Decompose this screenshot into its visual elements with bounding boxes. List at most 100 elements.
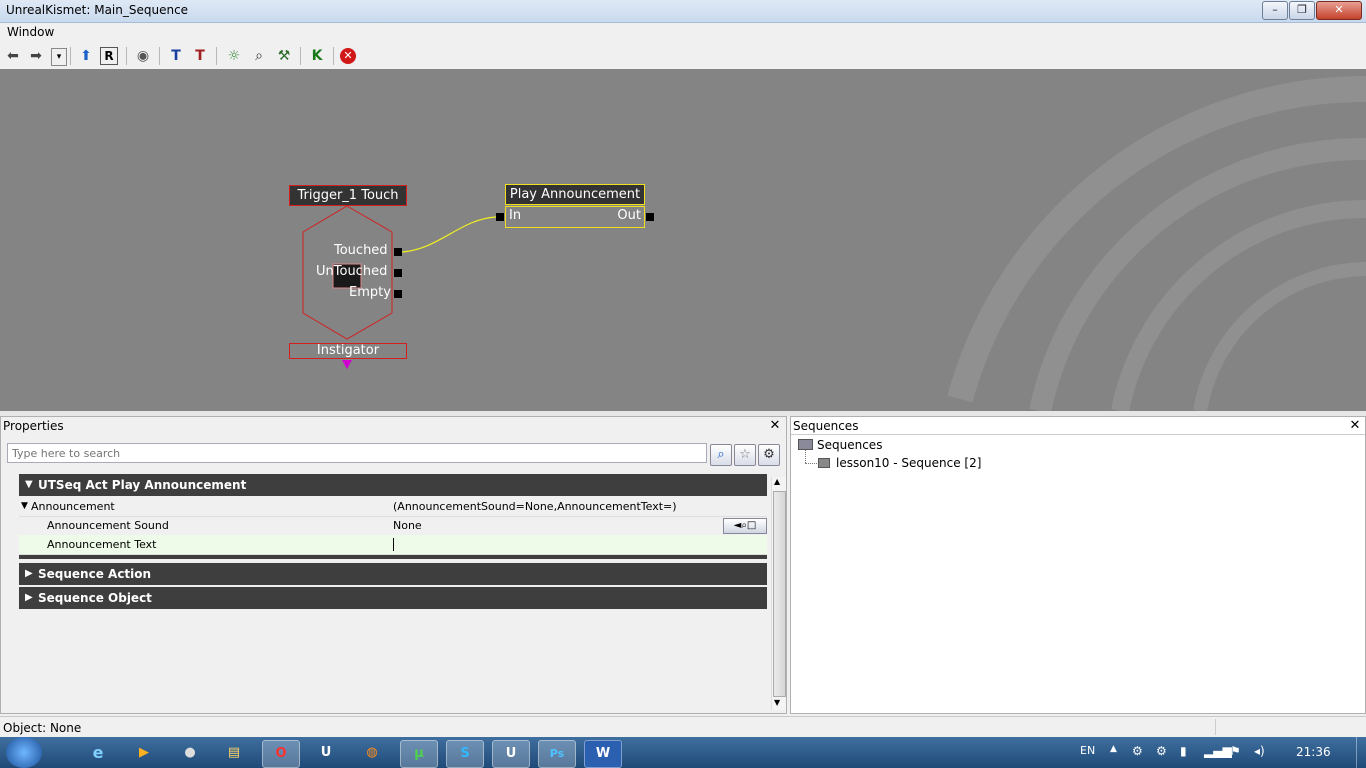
- trigger-node-title[interactable]: Trigger_1 Touch: [289, 185, 407, 206]
- asset-browse-buttons-icon[interactable]: ◄⌕□: [723, 518, 767, 534]
- minimize-button[interactable]: –: [1262, 1, 1288, 20]
- skype-icon[interactable]: S: [446, 740, 484, 768]
- kismet-canvas[interactable]: Trigger_1 Touch Touched UnTouched Empty …: [0, 69, 1366, 411]
- tray-device-icon[interactable]: ▮: [1180, 744, 1187, 758]
- output-untouched-label: UnTouched: [316, 264, 388, 279]
- network-signal-icon[interactable]: ▂▄▆: [1204, 744, 1232, 758]
- opera-icon[interactable]: O: [262, 740, 300, 768]
- up-arrow-icon[interactable]: ⬆: [76, 46, 96, 66]
- collapsed-triangle-icon[interactable]: ▶: [25, 587, 33, 609]
- output-untouched-port[interactable]: [394, 269, 402, 277]
- property-row-announcement-text[interactable]: Announcement Text: [19, 535, 767, 555]
- menu-window[interactable]: Window: [7, 25, 54, 39]
- sequences-header: Sequences: [793, 419, 859, 433]
- dropdown-icon[interactable]: ▾: [51, 48, 67, 66]
- file-explorer-icon[interactable]: ▤: [216, 740, 252, 766]
- favorite-star-icon[interactable]: ☆: [734, 444, 756, 466]
- expanded-triangle-icon[interactable]: ▼: [25, 474, 33, 496]
- utorrent-icon[interactable]: µ: [400, 740, 438, 768]
- status-text: Object: None: [3, 721, 82, 735]
- word-icon[interactable]: W: [584, 740, 622, 768]
- volume-icon[interactable]: ◂): [1254, 744, 1265, 758]
- settings-wrench-icon[interactable]: ⚙: [758, 444, 780, 466]
- toolbar-separator: [333, 47, 334, 65]
- firefox-icon[interactable]: ◍: [354, 740, 390, 766]
- show-desktop-button[interactable]: [1356, 737, 1366, 768]
- start-button-icon[interactable]: [6, 737, 42, 768]
- output-touched-port[interactable]: [394, 248, 402, 256]
- link-wire: [401, 216, 497, 253]
- status-bar: Object: None: [0, 716, 1366, 738]
- property-value: (AnnouncementSound=None,AnnouncementText…: [393, 500, 677, 513]
- k-icon[interactable]: K: [307, 46, 327, 66]
- property-row-announcement-sound[interactable]: Announcement Sound None ◄⌕□: [19, 516, 767, 536]
- action-input-port[interactable]: [496, 213, 504, 221]
- properties-scrollbar[interactable]: ▲ ▼: [771, 477, 786, 710]
- category-utseq-play-announcement[interactable]: ▼ UTSeq Act Play Announcement: [19, 474, 767, 496]
- collapsed-triangle-icon[interactable]: ▶: [25, 563, 33, 585]
- toolbar-separator: [300, 47, 301, 65]
- tray-expand-icon[interactable]: ▲: [1110, 744, 1117, 754]
- forward-arrow-icon[interactable]: ➡: [26, 46, 46, 66]
- toolbar-separator: [159, 47, 160, 65]
- tree-item-lesson10[interactable]: lesson10 - Sequence [2]: [836, 456, 981, 470]
- scroll-down-icon[interactable]: ▼: [774, 698, 780, 707]
- window-title: UnrealKismet: Main_Sequence: [6, 3, 189, 17]
- property-row-announcement[interactable]: ▼ Announcement (AnnouncementSound=None,A…: [19, 497, 767, 517]
- action-output-port[interactable]: [646, 213, 654, 221]
- search-magnifier-icon[interactable]: ⌕: [249, 46, 269, 66]
- create-sequence-alt-icon[interactable]: T: [190, 46, 210, 66]
- tree-line: [805, 463, 817, 465]
- action-node-title[interactable]: Play Announcement: [505, 184, 645, 205]
- search-icon[interactable]: ⌕: [710, 444, 732, 466]
- property-search-input[interactable]: [7, 443, 707, 463]
- photoshop-icon[interactable]: Ps: [538, 740, 576, 768]
- unreal-icon[interactable]: U: [308, 740, 344, 766]
- status-divider: [1215, 719, 1216, 735]
- category-sequence-object[interactable]: ▶ Sequence Object: [19, 587, 767, 609]
- eye-icon[interactable]: ◉: [133, 46, 153, 66]
- output-empty-port[interactable]: [394, 290, 402, 298]
- maximize-button[interactable]: ❐: [1289, 1, 1315, 20]
- instigator-variable[interactable]: Instigator: [289, 343, 407, 359]
- property-name: Announcement Sound: [47, 519, 169, 532]
- tray-app-icon[interactable]: ⚙: [1132, 744, 1143, 758]
- sequences-close-icon[interactable]: ✕: [1349, 419, 1361, 433]
- output-out-label: Out: [617, 208, 641, 223]
- internet-explorer-icon[interactable]: e: [80, 740, 116, 766]
- app-icon[interactable]: ●: [172, 740, 208, 766]
- output-touched-label: Touched: [334, 243, 388, 258]
- create-sequence-icon[interactable]: T: [166, 46, 186, 66]
- close-button[interactable]: ✕: [1316, 1, 1362, 20]
- unreal-editor-icon[interactable]: U: [492, 740, 530, 768]
- sequence-icon: [818, 458, 830, 468]
- properties-close-icon[interactable]: ✕: [769, 419, 781, 433]
- toolbar-separator: [216, 47, 217, 65]
- refresh-r-icon[interactable]: R: [100, 47, 118, 65]
- category-sequence-action[interactable]: ▶ Sequence Action: [19, 563, 767, 585]
- clock[interactable]: 21:36: [1296, 745, 1331, 759]
- expanded-triangle-icon[interactable]: ▼: [21, 497, 28, 516]
- properties-header: Properties: [3, 419, 64, 433]
- stop-icon[interactable]: ✕: [340, 48, 356, 64]
- light-bulb-icon[interactable]: ☼: [224, 46, 244, 66]
- tree-line: [805, 450, 807, 463]
- media-player-icon[interactable]: ▶: [126, 740, 162, 766]
- properties-panel: Properties ✕ ⌕ ☆ ⚙ ▼ UTSeq Act Play Anno…: [0, 416, 787, 714]
- tray-app-icon[interactable]: ⚙: [1156, 744, 1167, 758]
- header-divider: [791, 434, 1365, 435]
- action-node-body[interactable]: In Out: [505, 206, 645, 228]
- announcement-text-input[interactable]: [393, 538, 394, 551]
- scrollbar-thumb[interactable]: [773, 491, 786, 697]
- action-center-flag-icon[interactable]: ⚑: [1230, 744, 1241, 758]
- language-indicator[interactable]: EN: [1080, 744, 1095, 757]
- toolbar-separator: [126, 47, 127, 65]
- tree-root-sequences[interactable]: Sequences: [817, 438, 882, 452]
- property-name: Announcement Text: [47, 538, 157, 551]
- wrench-icon[interactable]: ⚒: [274, 46, 294, 66]
- back-arrow-icon[interactable]: ⬅: [3, 46, 23, 66]
- toolbar-separator: [70, 47, 71, 65]
- watermark-graphic: [302, 75, 1366, 411]
- scroll-up-icon[interactable]: ▲: [774, 477, 780, 486]
- instigator-pin[interactable]: [342, 360, 352, 369]
